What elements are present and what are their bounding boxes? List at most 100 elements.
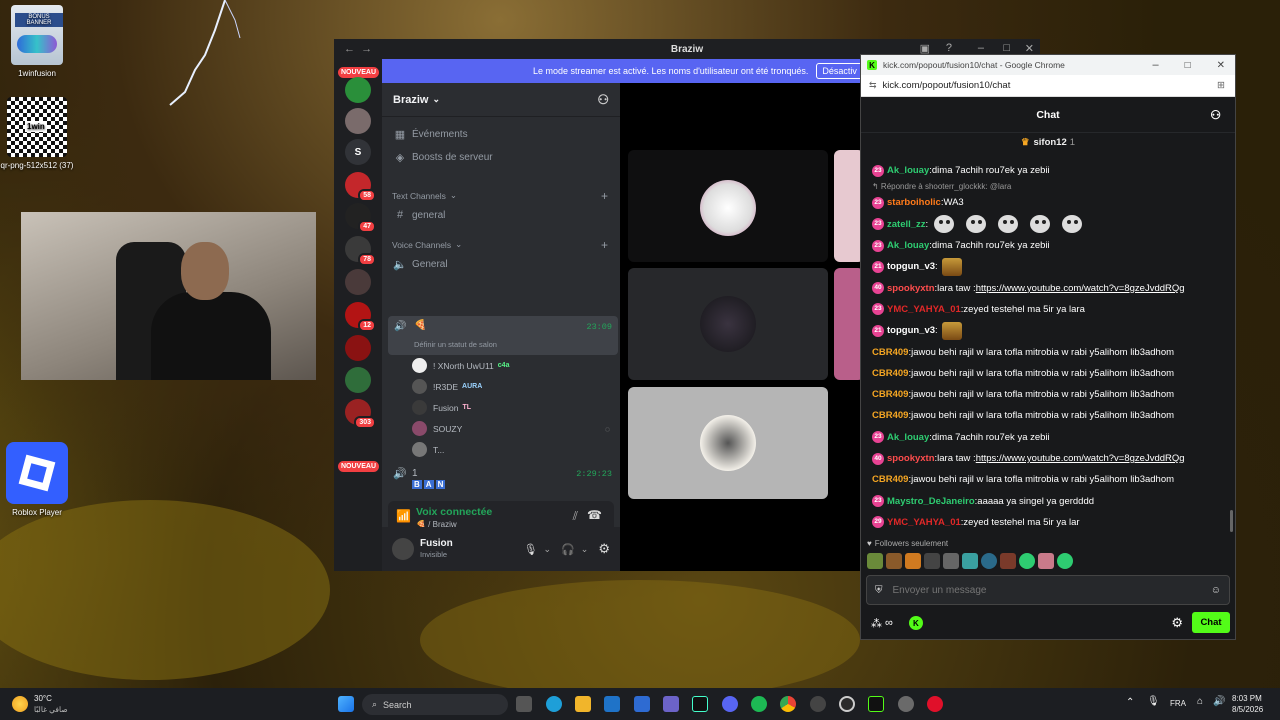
voice-channels-category[interactable]: Voice Channels ⌄ + bbox=[392, 238, 612, 252]
emote[interactable] bbox=[998, 215, 1019, 234]
gear-icon[interactable]: ⚙ bbox=[1171, 615, 1183, 631]
guild-icon[interactable]: 12 bbox=[345, 302, 376, 332]
chrome-icon[interactable] bbox=[780, 696, 796, 712]
text-channels-category[interactable]: Text Channels ⌄ + bbox=[392, 189, 612, 203]
mail-icon[interactable] bbox=[604, 696, 620, 712]
add-member-icon[interactable]: ⚇ bbox=[597, 92, 609, 108]
settings-icon[interactable] bbox=[898, 696, 914, 712]
participant-tile[interactable] bbox=[628, 268, 828, 380]
app-icon[interactable] bbox=[810, 696, 826, 712]
guild-icon[interactable] bbox=[345, 269, 371, 295]
voice-user[interactable]: SOUZY ◌ bbox=[412, 421, 610, 436]
message-input-box[interactable]: ⛨ ☺ bbox=[866, 575, 1230, 605]
voice-user[interactable]: T... bbox=[412, 442, 444, 457]
emote[interactable] bbox=[962, 553, 978, 569]
taskbar-search[interactable]: ⌕ Search bbox=[362, 694, 508, 715]
chevron-down-icon[interactable]: ⌄ bbox=[581, 544, 589, 555]
translate-icon[interactable]: ⊞ bbox=[1217, 80, 1225, 91]
voice-user[interactable]: !R3DE AURA bbox=[412, 379, 482, 394]
username[interactable]: Ak_louay bbox=[887, 240, 929, 251]
channel-status[interactable]: Définir un statut de salon bbox=[414, 340, 497, 349]
desktop-icon-roblox[interactable]: Roblox Player bbox=[0, 442, 74, 517]
avatar[interactable] bbox=[392, 538, 414, 560]
voice-user[interactable]: Fusion TL bbox=[412, 400, 471, 415]
emote[interactable] bbox=[905, 553, 921, 569]
teams-icon[interactable] bbox=[663, 696, 679, 712]
app-icon[interactable] bbox=[839, 696, 855, 712]
guild-icon[interactable] bbox=[345, 108, 371, 134]
guild-icon[interactable]: 58 bbox=[345, 172, 376, 202]
emote[interactable] bbox=[966, 215, 987, 234]
signal-icon[interactable]: 📶 bbox=[396, 509, 411, 523]
emote[interactable] bbox=[886, 553, 902, 569]
gear-icon[interactable]: ⚙ bbox=[598, 541, 610, 557]
emote[interactable] bbox=[1000, 553, 1016, 569]
add-channel-icon[interactable]: + bbox=[601, 189, 608, 203]
store-icon[interactable] bbox=[634, 696, 650, 712]
username[interactable]: YMC_YAHYA_01 bbox=[887, 517, 961, 528]
username[interactable]: topgun_v3 bbox=[887, 325, 935, 336]
username[interactable]: YMC_YAHYA_01 bbox=[887, 304, 961, 315]
task-view-icon[interactable] bbox=[516, 696, 532, 712]
windows-start-icon[interactable] bbox=[338, 696, 354, 712]
maximize-icon[interactable]: □ bbox=[1003, 42, 1010, 54]
username[interactable]: zatell_zz bbox=[887, 219, 926, 230]
microphone-icon[interactable]: 🎙 bbox=[524, 543, 538, 556]
terminal-icon[interactable] bbox=[692, 696, 708, 712]
file-explorer-icon[interactable] bbox=[575, 696, 591, 712]
guild-icon[interactable] bbox=[345, 335, 371, 361]
disconnect-icon[interactable]: ☎ bbox=[587, 508, 602, 522]
username[interactable]: Ak_louay bbox=[887, 165, 929, 176]
close-icon[interactable]: ✕ bbox=[1217, 60, 1225, 71]
boosts-item[interactable]: ◈ Boosts de serveur bbox=[392, 151, 612, 164]
voice-user[interactable]: ! XNorth UwU11 c4a bbox=[412, 358, 509, 373]
emote[interactable] bbox=[1062, 215, 1083, 234]
username[interactable]: spookyxtn bbox=[887, 453, 935, 464]
kick-logo-icon[interactable]: K bbox=[908, 616, 923, 630]
username[interactable]: CBR409 bbox=[872, 347, 908, 358]
emote[interactable] bbox=[1019, 553, 1035, 569]
network-icon[interactable]: ⌂ bbox=[1197, 696, 1203, 707]
emoji-icon[interactable]: ☺ bbox=[1211, 585, 1221, 596]
chevron-up-icon[interactable]: ⌃ bbox=[1126, 697, 1134, 708]
username[interactable]: Ak_louay bbox=[887, 432, 929, 443]
username[interactable]: spookyxtn bbox=[887, 283, 935, 294]
maximize-icon[interactable]: □ bbox=[1185, 60, 1191, 71]
app-icon[interactable] bbox=[868, 696, 884, 712]
guild-icon[interactable]: 47 bbox=[345, 203, 376, 233]
shield-icon[interactable]: ⛨ bbox=[875, 585, 883, 596]
message-input[interactable] bbox=[892, 584, 1211, 596]
emote[interactable] bbox=[981, 553, 997, 569]
events-item[interactable]: ▦ Événements bbox=[392, 128, 612, 141]
emote[interactable] bbox=[943, 553, 959, 569]
username[interactable]: CBR409 bbox=[872, 389, 908, 400]
username[interactable]: CBR409 bbox=[872, 368, 908, 379]
emote[interactable] bbox=[1057, 553, 1073, 569]
points-icon[interactable]: ⁂ bbox=[871, 617, 882, 630]
guild-icon[interactable]: 78 bbox=[345, 236, 376, 266]
spotify-icon[interactable] bbox=[751, 696, 767, 712]
clock-date[interactable]: 8/5/2026 bbox=[1232, 705, 1263, 714]
minimize-icon[interactable]: – bbox=[978, 42, 984, 54]
channel-general-voice[interactable]: 🔈 General bbox=[392, 258, 612, 271]
emote[interactable] bbox=[867, 553, 883, 569]
participant-tile[interactable] bbox=[628, 150, 828, 262]
volume-icon[interactable]: 🔊 bbox=[1213, 696, 1225, 707]
disable-streamer-button[interactable]: Désactiv bbox=[816, 63, 863, 79]
add-channel-icon[interactable]: + bbox=[601, 238, 608, 252]
username[interactable]: topgun_v3 bbox=[887, 261, 935, 272]
guild-icon[interactable] bbox=[345, 367, 371, 393]
noise-suppression-icon[interactable]: ⫽ bbox=[573, 509, 578, 524]
emote[interactable] bbox=[924, 553, 940, 569]
chevron-down-icon[interactable]: ⌄ bbox=[544, 544, 552, 555]
language-indicator[interactable]: FRA bbox=[1170, 699, 1186, 708]
emote[interactable] bbox=[941, 321, 962, 340]
nav-arrows[interactable]: ← → bbox=[344, 43, 372, 55]
emote[interactable] bbox=[1030, 215, 1051, 234]
username[interactable]: CBR409 bbox=[872, 410, 908, 421]
channel-one[interactable]: 🔊 1 2:29:23 bbox=[392, 467, 612, 480]
username[interactable]: Maystro_DeJaneiro bbox=[887, 496, 975, 507]
address-bar[interactable]: ⇆ kick.com/popout/fusion10/chat ⊞ bbox=[861, 75, 1235, 97]
microphone-icon[interactable]: 🎙 bbox=[1147, 696, 1160, 707]
emote[interactable] bbox=[1038, 553, 1054, 569]
